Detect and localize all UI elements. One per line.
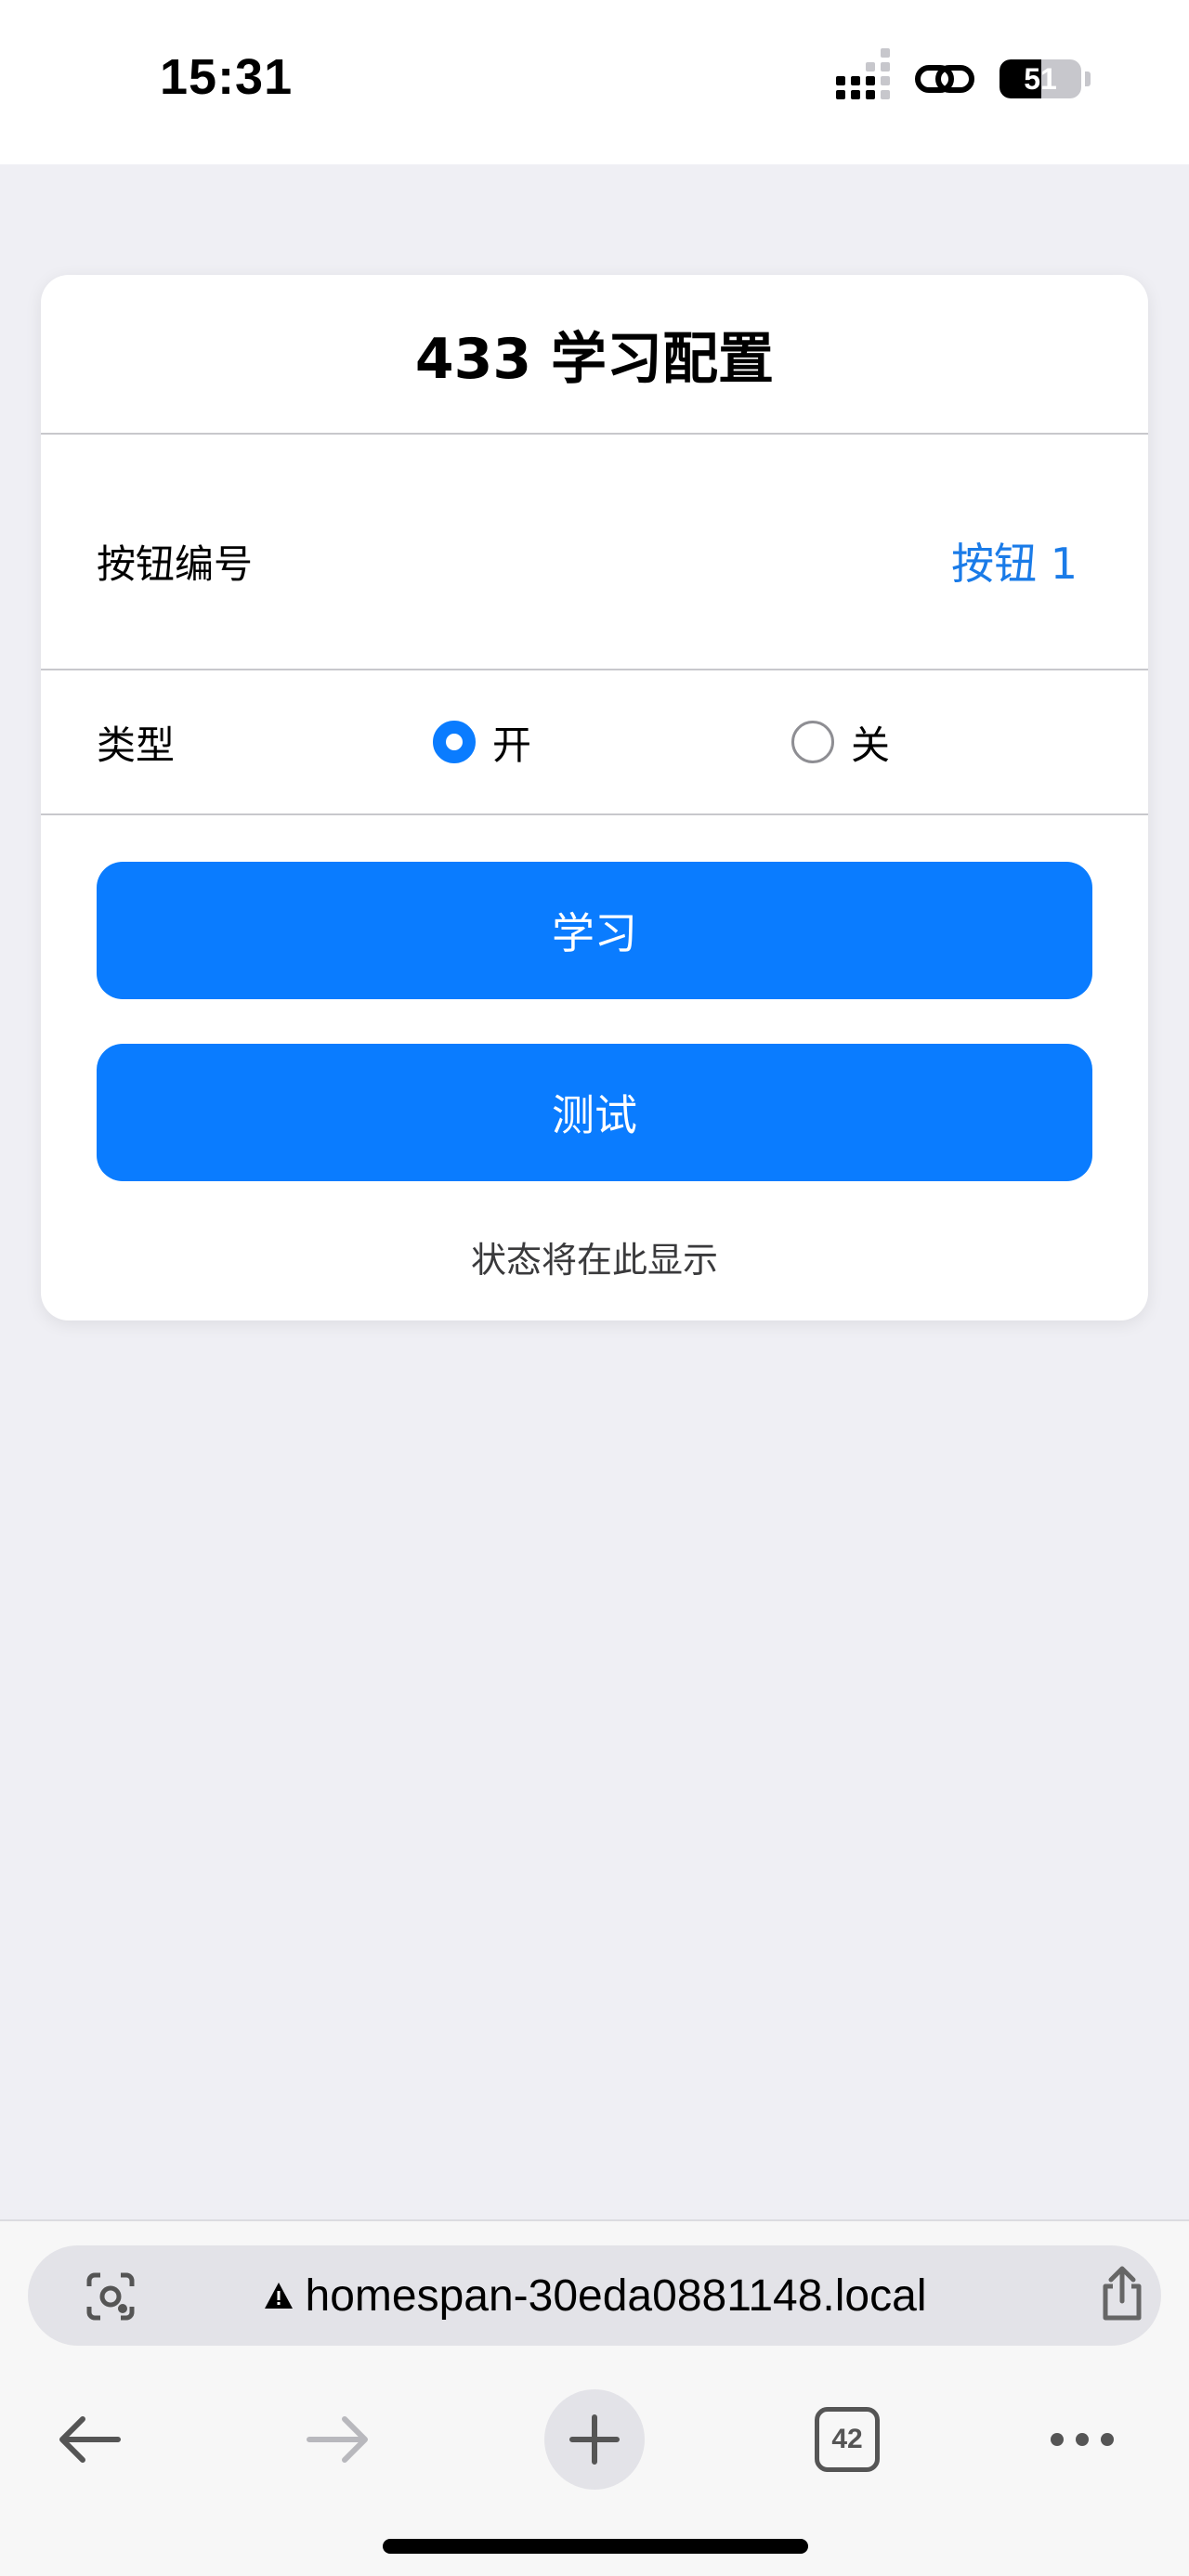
radio-off[interactable]	[791, 721, 834, 763]
test-button[interactable]: 测试	[97, 1044, 1092, 1181]
plus-icon	[569, 2414, 620, 2465]
radio-off-label: 关	[851, 722, 891, 768]
tabs-button[interactable]: 42	[810, 2379, 884, 2500]
status-bar: 15:31 51	[0, 0, 1189, 164]
home-indicator[interactable]	[383, 2539, 808, 2554]
back-icon[interactable]	[55, 2413, 122, 2465]
new-tab-button[interactable]	[544, 2379, 645, 2500]
button-number-value[interactable]: 按钮 1	[951, 530, 1078, 592]
button-number-label: 按钮编号	[97, 540, 254, 587]
button-number-row[interactable]: 按钮编号 按钮 1	[41, 435, 1148, 670]
battery-icon: 51	[1000, 59, 1081, 98]
more-button[interactable]	[1040, 2379, 1124, 2500]
config-card: 433 学习配置 按钮编号 按钮 1 类型 开 关 学习 测试 状态将在此显示	[41, 275, 1148, 1321]
radio-on[interactable]	[433, 721, 476, 763]
back-button[interactable]	[46, 2379, 130, 2500]
page-title: 433 学习配置	[41, 275, 1148, 435]
battery-tip	[1085, 72, 1091, 86]
warning-icon	[264, 2283, 293, 2309]
url-text: homespan-30eda0881148.local	[305, 2270, 927, 2321]
browser-nav: 42	[0, 2379, 1189, 2500]
more-icon[interactable]	[1050, 2432, 1115, 2447]
status-icons: 51	[836, 48, 1091, 102]
type-option-on[interactable]: 开	[433, 670, 531, 813]
new-tab-circle[interactable]	[544, 2389, 645, 2490]
battery-level: 51	[1024, 61, 1057, 96]
type-option-off[interactable]: 关	[791, 670, 890, 813]
browser-toolbar: homespan-30eda0881148.local 42	[0, 2219, 1189, 2576]
url-display[interactable]: homespan-30eda0881148.local	[28, 2245, 1161, 2346]
status-time: 15:31	[160, 49, 294, 105]
radio-on-label: 开	[492, 722, 532, 768]
link-icon	[915, 65, 974, 93]
signal-icon	[836, 48, 890, 99]
learn-button[interactable]: 学习	[97, 862, 1092, 999]
status-text: 状态将在此显示	[470, 1240, 718, 1281]
share-icon[interactable]	[1096, 2266, 1148, 2322]
address-bar[interactable]: homespan-30eda0881148.local	[28, 2245, 1161, 2346]
tabs-icon[interactable]: 42	[815, 2407, 880, 2472]
forward-icon[interactable]	[306, 2413, 372, 2465]
type-row: 类型 开 关	[41, 670, 1148, 815]
type-label: 类型	[97, 722, 176, 768]
forward-button[interactable]	[297, 2379, 381, 2500]
